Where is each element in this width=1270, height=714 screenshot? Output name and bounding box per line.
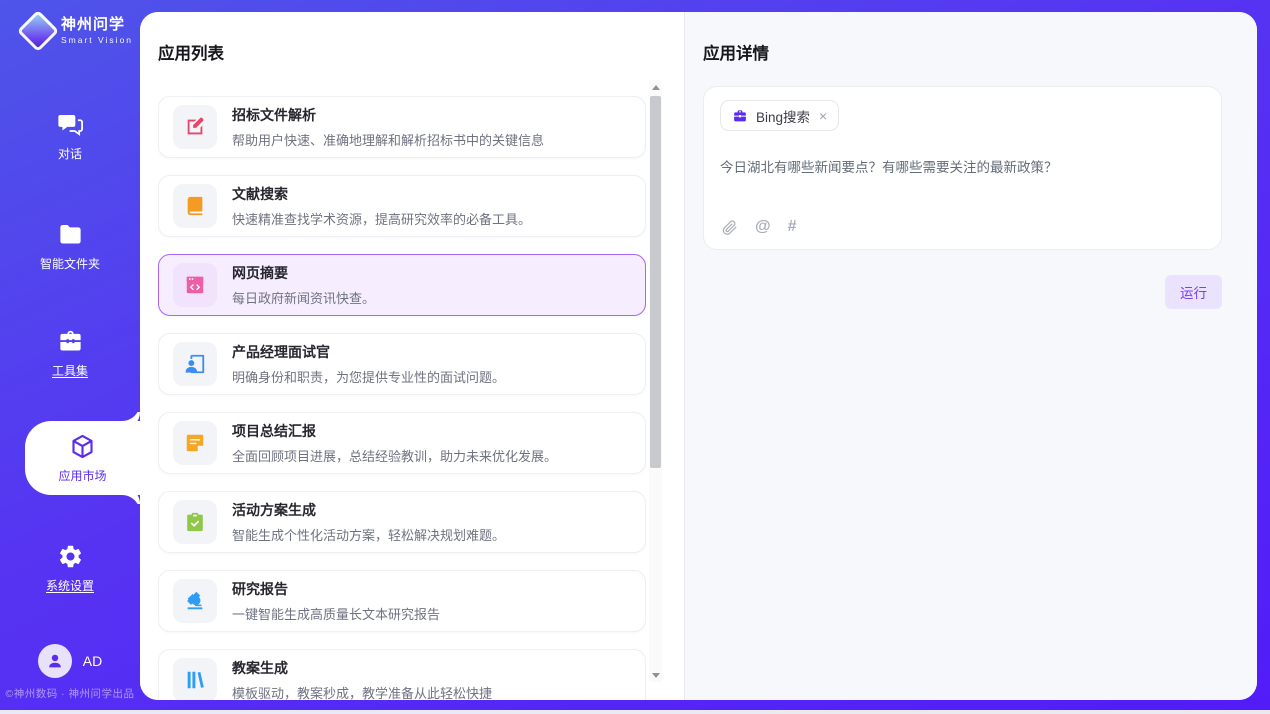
- chip-close-icon[interactable]: ×: [818, 109, 827, 123]
- app-card-description: 每日政府新闻资讯快查。: [232, 288, 375, 307]
- run-button[interactable]: 运行: [1165, 275, 1222, 309]
- logo-title: 神州问学: [61, 17, 133, 34]
- interviewer-icon: [173, 342, 217, 386]
- browser-code-icon: [173, 263, 217, 307]
- tool-chip-bing-search[interactable]: Bing搜索 ×: [720, 100, 839, 131]
- app-card-title: 招标文件解析: [232, 105, 544, 125]
- brand-logo: 神州问学 Smart Vision: [20, 16, 133, 46]
- book-icon: [173, 184, 217, 228]
- app-card-title: 文献搜索: [232, 184, 531, 204]
- app-frame: 神州问学 Smart Vision 对话智能文件夹工具集应用市场系统设置 AD …: [0, 0, 1270, 710]
- sidebar: 神州问学 Smart Vision 对话智能文件夹工具集应用市场系统设置 AD …: [0, 0, 140, 710]
- avatar[interactable]: [38, 644, 72, 678]
- prompt-input[interactable]: 今日湖北有哪些新闻要点？有哪些需要关注的最新政策？: [720, 156, 1205, 176]
- sidebar-item-应用市场[interactable]: 应用市场: [25, 421, 140, 495]
- app-card-description: 快速精准查找学术资源，提高研究效率的必备工具。: [232, 209, 531, 228]
- app-card-活动方案生成[interactable]: 活动方案生成智能生成个性化活动方案，轻松解决规划难题。: [158, 491, 646, 553]
- app-detail-panel: 应用详情 Bing搜索 × 今日湖北有哪些新闻要点？有哪些需要关注的最新政策？ …: [684, 12, 1257, 700]
- microscope-icon: [173, 579, 217, 623]
- sidebar-item-label: 应用市场: [58, 467, 106, 484]
- app-card-title: 项目总结汇报: [232, 421, 557, 441]
- sidebar-item-label: 系统设置: [46, 577, 94, 594]
- app-card-title: 产品经理面试官: [232, 342, 505, 362]
- app-card-文献搜索[interactable]: 文献搜索快速精准查找学术资源，提高研究效率的必备工具。: [158, 175, 646, 237]
- composer-toolbar: @ #: [721, 218, 797, 236]
- app-card-项目总结汇报[interactable]: 项目总结汇报全面回顾项目进展，总结经验教训，助力未来优化发展。: [158, 412, 646, 474]
- app-list-panel: 应用列表 招标文件解析帮助用户快速、准确地理解和解析招标书中的关键信息文献搜索快…: [140, 12, 684, 700]
- note-icon: [173, 421, 217, 465]
- app-card-description: 帮助用户快速、准确地理解和解析招标书中的关键信息: [232, 130, 544, 149]
- main-window: 应用列表 招标文件解析帮助用户快速、准确地理解和解析招标书中的关键信息文献搜索快…: [140, 12, 1257, 700]
- app-card-title: 研究报告: [232, 579, 440, 599]
- arrow-up-icon: [652, 85, 660, 90]
- folder-icon: [57, 221, 84, 248]
- app-card-title: 教案生成: [232, 658, 492, 678]
- sidebar-item-对话[interactable]: 对话: [0, 108, 140, 164]
- copyright-footer: ©神州数码 · 神州问学出品: [0, 686, 140, 701]
- hash-icon[interactable]: #: [788, 218, 797, 236]
- prompt-composer[interactable]: Bing搜索 × 今日湖北有哪些新闻要点？有哪些需要关注的最新政策？ @ #: [703, 86, 1222, 250]
- app-card-description: 一键智能生成高质量长文本研究报告: [232, 604, 440, 623]
- app-card-网页摘要[interactable]: 网页摘要每日政府新闻资讯快查。: [158, 254, 646, 316]
- app-card-研究报告[interactable]: 研究报告一键智能生成高质量长文本研究报告: [158, 570, 646, 632]
- app-card-招标文件解析[interactable]: 招标文件解析帮助用户快速、准确地理解和解析招标书中的关键信息: [158, 96, 646, 158]
- app-card-description: 全面回顾项目进展，总结经验教训，助力未来优化发展。: [232, 446, 557, 465]
- sidebar-item-label: 工具集: [52, 362, 88, 379]
- sidebar-item-智能文件夹[interactable]: 智能文件夹: [0, 218, 140, 274]
- app-card-产品经理面试官[interactable]: 产品经理面试官明确身份和职责，为您提供专业性的面试问题。: [158, 333, 646, 395]
- scroll-up-button[interactable]: [649, 80, 662, 94]
- app-card-title: 活动方案生成: [232, 500, 505, 520]
- books-icon: [173, 658, 217, 700]
- logo-diamond-icon: [17, 10, 59, 52]
- app-card-title: 网页摘要: [232, 263, 375, 283]
- logo-subtitle: Smart Vision: [61, 36, 133, 45]
- app-detail-title: 应用详情: [703, 40, 1222, 64]
- toolbox-icon: [57, 328, 84, 355]
- app-card-教案生成[interactable]: 教案生成模板驱动，教案秒成，教学准备从此轻松快捷: [158, 649, 646, 700]
- briefcase-icon: [732, 108, 748, 124]
- cube-icon: [69, 433, 96, 460]
- sidebar-item-label: 智能文件夹: [40, 255, 100, 272]
- app-card-description: 模板驱动，教案秒成，教学准备从此轻松快捷: [232, 683, 492, 700]
- user-account[interactable]: AD: [0, 644, 140, 678]
- scrollbar[interactable]: [649, 80, 662, 682]
- scroll-down-button[interactable]: [649, 668, 662, 682]
- user-name: AD: [83, 653, 102, 669]
- app-card-description: 明确身份和职责，为您提供专业性的面试问题。: [232, 367, 505, 386]
- app-card-list: 招标文件解析帮助用户快速、准确地理解和解析招标书中的关键信息文献搜索快速精准查找…: [158, 84, 646, 700]
- clipboard-check-icon: [173, 500, 217, 544]
- sidebar-item-工具集[interactable]: 工具集: [0, 325, 140, 381]
- app-list-title: 应用列表: [158, 40, 224, 64]
- sidebar-item-系统设置[interactable]: 系统设置: [0, 540, 140, 596]
- paperclip-icon[interactable]: [721, 219, 738, 236]
- at-mention-icon[interactable]: @: [755, 218, 771, 236]
- scrollbar-thumb[interactable]: [650, 96, 661, 468]
- gear-icon: [57, 543, 84, 570]
- tool-chip-label: Bing搜索: [756, 106, 810, 126]
- chat-icon: [57, 111, 84, 138]
- arrow-down-icon: [652, 673, 660, 678]
- sidebar-item-label: 对话: [58, 145, 82, 162]
- pen-square-icon: [173, 105, 217, 149]
- app-card-description: 智能生成个性化活动方案，轻松解决规划难题。: [232, 525, 505, 544]
